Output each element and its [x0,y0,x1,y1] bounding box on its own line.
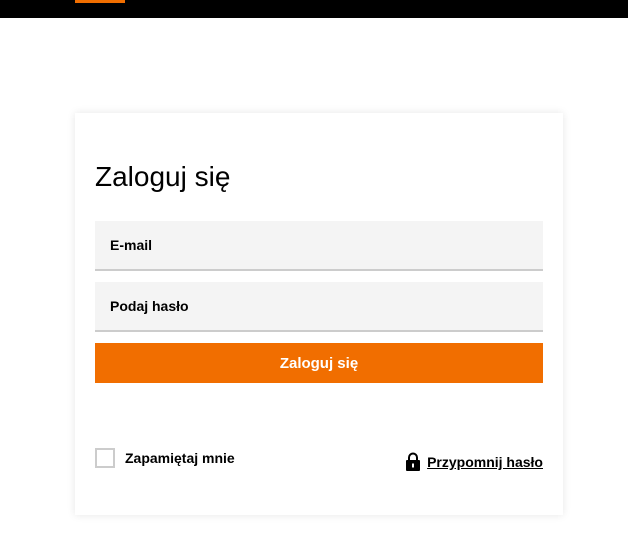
login-card: Zaloguj się Zaloguj się Zapamiętaj mnie … [75,113,563,515]
page-title: Zaloguj się [95,161,231,192]
remember-checkbox[interactable] [95,448,115,468]
remember-label: Zapamiętaj mnie [125,450,235,466]
top-header-bar [0,0,628,18]
password-field[interactable] [95,282,543,332]
login-button[interactable]: Zaloguj się [95,343,543,383]
email-field[interactable] [95,221,543,271]
lock-icon [405,452,421,472]
remember-me[interactable]: Zapamiętaj mnie [95,448,235,468]
forgot-password-label: Przypomnij hasło [427,454,543,470]
brand-logo[interactable] [75,0,125,3]
forgot-password-link[interactable]: Przypomnij hasło [405,451,543,473]
